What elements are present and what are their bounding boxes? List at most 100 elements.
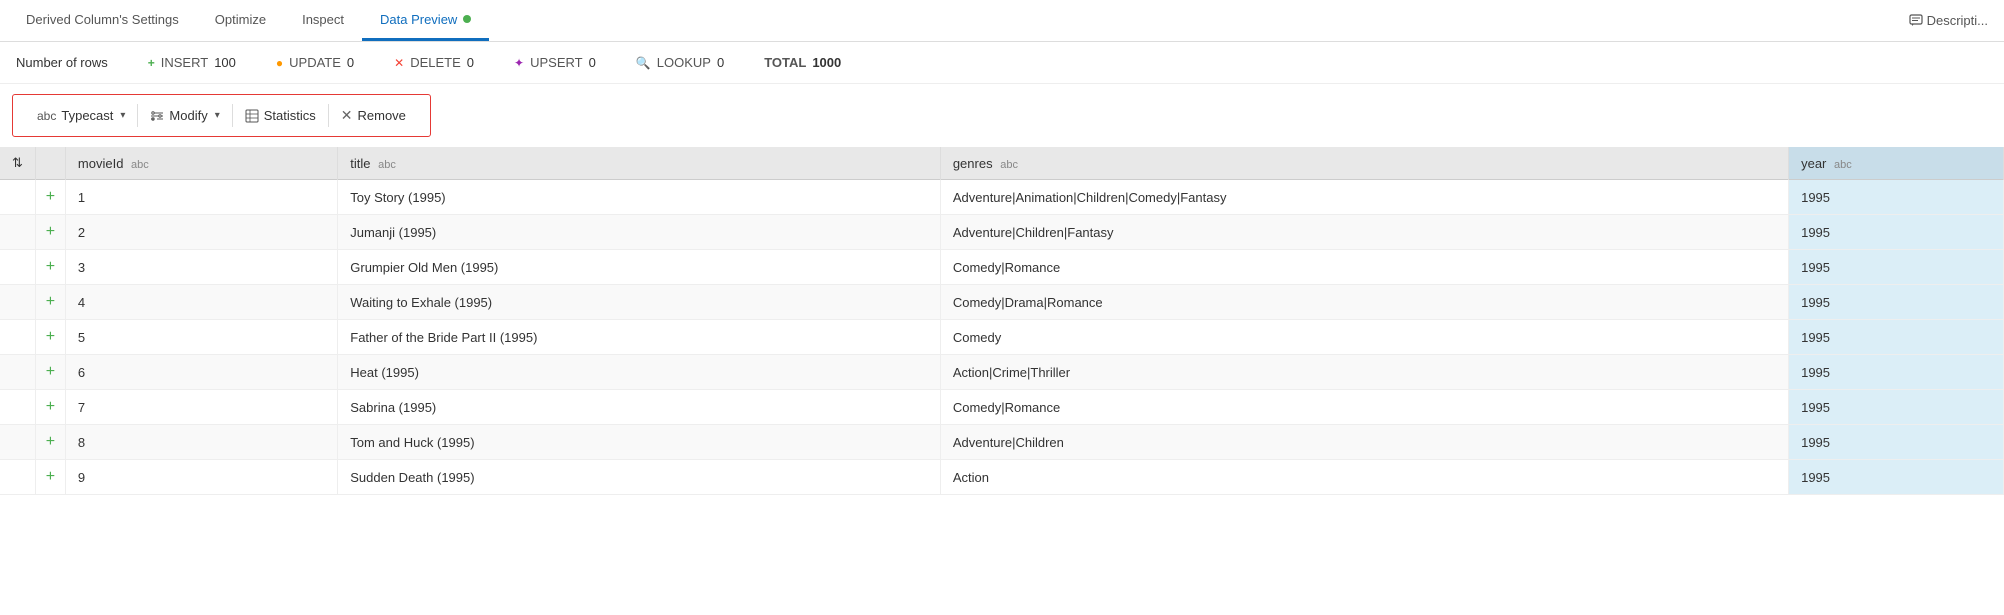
col-sort-header[interactable]: ⇅	[0, 147, 35, 180]
modify-chevron-icon: ▾	[215, 110, 220, 121]
cell-genres: Comedy|Romance	[940, 390, 1788, 425]
lookup-stat: 🔍 LOOKUP 0	[636, 55, 724, 70]
cell-year: 1995	[1789, 355, 2004, 390]
modify-button[interactable]: Modify ▾	[138, 104, 232, 128]
cell-title: Jumanji (1995)	[338, 215, 941, 250]
table-row: + 5 Father of the Bride Part II (1995) C…	[0, 320, 2004, 355]
cell-genres: Action	[940, 460, 1788, 495]
table-row: + 3 Grumpier Old Men (1995) Comedy|Roman…	[0, 250, 2004, 285]
table-row: + 4 Waiting to Exhale (1995) Comedy|Dram…	[0, 285, 2004, 320]
cell-genres: Adventure|Children|Fantasy	[940, 215, 1788, 250]
cell-title: Heat (1995)	[338, 355, 941, 390]
tab-data-preview[interactable]: Data Preview	[362, 0, 489, 41]
cell-year: 1995	[1789, 460, 2004, 495]
cell-movieid: 2	[65, 215, 337, 250]
row-add-btn[interactable]: +	[35, 320, 65, 355]
row-add-btn[interactable]: +	[35, 180, 65, 215]
update-stat: ● UPDATE 0	[276, 55, 354, 70]
cell-genres: Action|Crime|Thriller	[940, 355, 1788, 390]
row-expand	[0, 460, 35, 495]
delete-stat: ✕ DELETE 0	[394, 55, 474, 70]
remove-button[interactable]: ✕ Remove	[329, 103, 418, 128]
rows-label: Number of rows	[16, 55, 108, 70]
top-nav: Derived Column's Settings Optimize Inspe…	[0, 0, 2004, 42]
row-expand	[0, 285, 35, 320]
row-add-btn[interactable]: +	[35, 215, 65, 250]
table-row: + 1 Toy Story (1995) Adventure|Animation…	[0, 180, 2004, 215]
upsert-icon: ✦	[514, 56, 524, 70]
table-row: + 9 Sudden Death (1995) Action 1995	[0, 460, 2004, 495]
stats-row: Number of rows + INSERT 100 ● UPDATE 0 ✕…	[0, 42, 2004, 84]
cell-title: Tom and Huck (1995)	[338, 425, 941, 460]
statistics-icon	[245, 108, 259, 124]
col-genres-header[interactable]: genres abc	[940, 147, 1788, 180]
col-add-header	[35, 147, 65, 180]
modify-icon	[150, 108, 164, 124]
col-year-header[interactable]: year abc	[1789, 147, 2004, 180]
row-add-btn[interactable]: +	[35, 250, 65, 285]
col-movieid-header[interactable]: movieId abc	[65, 147, 337, 180]
upsert-stat: ✦ UPSERT 0	[514, 55, 596, 70]
cell-genres: Adventure|Animation|Children|Comedy|Fant…	[940, 180, 1788, 215]
typecast-button[interactable]: abc Typecast ▾	[25, 104, 138, 127]
lookup-icon: 🔍	[636, 56, 651, 70]
insert-stat: + INSERT 100	[148, 55, 236, 70]
row-add-btn[interactable]: +	[35, 355, 65, 390]
row-expand	[0, 250, 35, 285]
table-header-row: ⇅ movieId abc title abc genres abc year …	[0, 147, 2004, 180]
cell-movieid: 8	[65, 425, 337, 460]
cell-movieid: 4	[65, 285, 337, 320]
cell-title: Waiting to Exhale (1995)	[338, 285, 941, 320]
row-add-btn[interactable]: +	[35, 390, 65, 425]
total-stat: TOTAL 1000	[764, 55, 841, 70]
update-icon: ●	[276, 56, 283, 70]
col-title-header[interactable]: title abc	[338, 147, 941, 180]
cell-genres: Comedy|Romance	[940, 250, 1788, 285]
table-row: + 2 Jumanji (1995) Adventure|Children|Fa…	[0, 215, 2004, 250]
row-expand	[0, 390, 35, 425]
row-expand	[0, 215, 35, 250]
table-row: + 6 Heat (1995) Action|Crime|Thriller 19…	[0, 355, 2004, 390]
row-add-btn[interactable]: +	[35, 285, 65, 320]
cell-movieid: 5	[65, 320, 337, 355]
row-add-btn[interactable]: +	[35, 460, 65, 495]
comment-icon	[1909, 14, 1923, 28]
cell-movieid: 7	[65, 390, 337, 425]
typecast-icon: abc	[37, 109, 56, 123]
typecast-chevron-icon: ▾	[120, 110, 125, 121]
cell-year: 1995	[1789, 215, 2004, 250]
tab-derived-settings[interactable]: Derived Column's Settings	[8, 0, 197, 41]
cell-year: 1995	[1789, 180, 2004, 215]
cell-movieid: 1	[65, 180, 337, 215]
cell-year: 1995	[1789, 320, 2004, 355]
row-expand	[0, 355, 35, 390]
sort-arrows-icon: ⇅	[12, 155, 23, 170]
tab-optimize[interactable]: Optimize	[197, 0, 284, 41]
data-preview-dot	[463, 15, 471, 23]
data-table: ⇅ movieId abc title abc genres abc year …	[0, 147, 2004, 495]
cell-year: 1995	[1789, 390, 2004, 425]
cell-genres: Adventure|Children	[940, 425, 1788, 460]
cell-title: Father of the Bride Part II (1995)	[338, 320, 941, 355]
cell-year: 1995	[1789, 250, 2004, 285]
statistics-button[interactable]: Statistics	[233, 104, 329, 128]
delete-icon: ✕	[394, 56, 404, 70]
row-add-btn[interactable]: +	[35, 425, 65, 460]
cell-year: 1995	[1789, 285, 2004, 320]
cell-title: Toy Story (1995)	[338, 180, 941, 215]
row-expand	[0, 425, 35, 460]
tab-inspect[interactable]: Inspect	[284, 0, 362, 41]
cell-movieid: 6	[65, 355, 337, 390]
row-expand	[0, 180, 35, 215]
description-button[interactable]: Descripti...	[1909, 13, 1996, 28]
table-row: + 7 Sabrina (1995) Comedy|Romance 1995	[0, 390, 2004, 425]
cell-title: Sudden Death (1995)	[338, 460, 941, 495]
cell-title: Sabrina (1995)	[338, 390, 941, 425]
data-table-container: ⇅ movieId abc title abc genres abc year …	[0, 147, 2004, 495]
insert-icon: +	[148, 56, 155, 70]
table-row: + 8 Tom and Huck (1995) Adventure|Childr…	[0, 425, 2004, 460]
cell-genres: Comedy	[940, 320, 1788, 355]
cell-genres: Comedy|Drama|Romance	[940, 285, 1788, 320]
column-toolbar: abc Typecast ▾ Modify ▾	[12, 94, 431, 137]
remove-x-icon: ✕	[341, 107, 353, 124]
